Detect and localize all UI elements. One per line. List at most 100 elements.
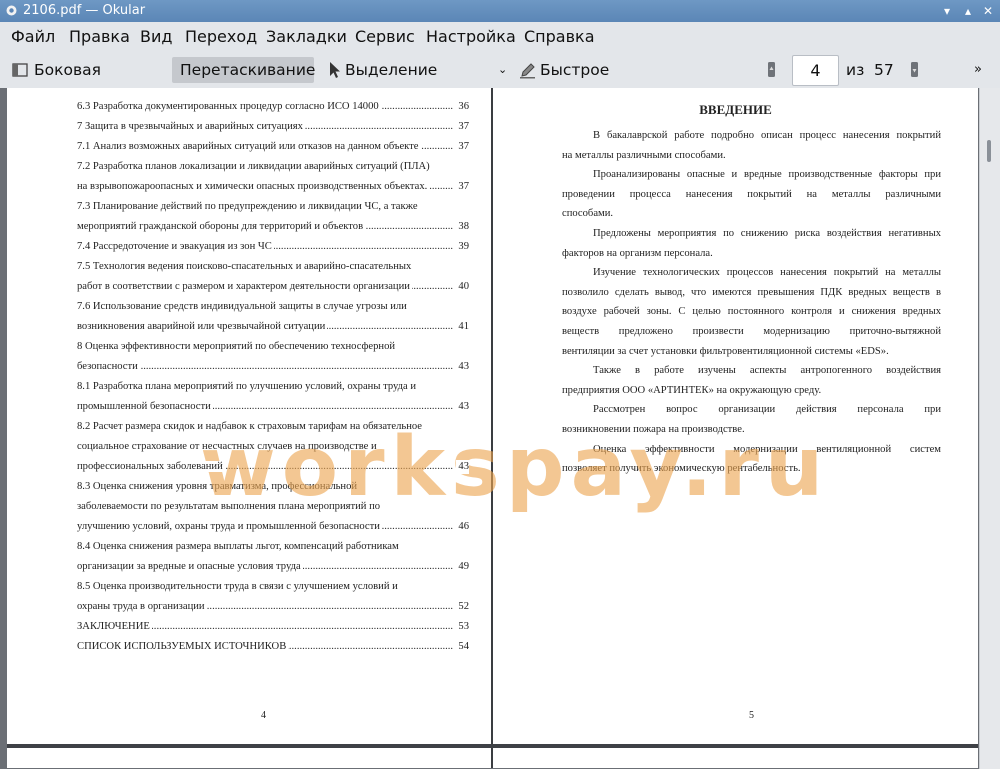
toc-entry: 7.4 Рассредоточение и эвакуация из зон Ч… — [77, 240, 469, 254]
page-number-input[interactable]: 4 — [792, 55, 839, 86]
okular-app-icon — [6, 5, 17, 16]
browse-tool-button[interactable]: Перетаскивание — [172, 57, 315, 83]
paragraph-line: В бакалаврской работе подробно описан пр… — [593, 130, 941, 141]
vertical-scrollbar[interactable] — [979, 88, 1000, 769]
paragraph-line: факторов на организм персонала. — [562, 247, 713, 259]
toc-entry: 8.5 Оценка производительности труда в св… — [77, 580, 469, 594]
toc-entry: 8.4 Оценка снижения размера выплаты льго… — [77, 540, 469, 554]
toc-entry-text: улучшению условий, охраны труда и промыш… — [77, 521, 382, 532]
sidebar-toggle-button[interactable]: Боковая панель — [8, 57, 161, 105]
menu-settings[interactable]: Настройка — [426, 27, 516, 46]
toc-entry-text: 7.4 Рассредоточение и эвакуация из зон Ч… — [77, 241, 274, 252]
toc-entry-text: охраны труда в организации — [77, 601, 207, 612]
toc-entry-text: 7 Защита в чрезвычайных и аварийных ситу… — [77, 121, 305, 132]
paragraph-line: Проанализированы опасные и вредные произ… — [593, 169, 941, 181]
pdf-page-left: 6.3 Разработка документированных процеду… — [7, 88, 493, 744]
paragraph-line: Изучение технологических процессов нанес… — [593, 267, 941, 279]
paragraph-line: позволило сделать вывод, что имеются пре… — [562, 286, 941, 298]
previous-page-icon[interactable] — [767, 61, 776, 78]
maximize-button[interactable]: ▴ — [961, 4, 975, 18]
toc-entry: возникновения аварийной или чрезвычайной… — [77, 320, 469, 334]
paragraph-line: на металлы различными способами. — [562, 149, 726, 161]
toc-entry: организации за вредные и опасные условия… — [77, 560, 469, 574]
menu-file[interactable]: Файл — [11, 27, 55, 46]
menu-tools[interactable]: Сервис — [355, 27, 415, 46]
title-bar: 2106.pdf — Okular ▾ ▴ ✕ — [0, 0, 1000, 22]
toc-entry-text: 8.4 Оценка снижения размера выплаты льго… — [77, 541, 399, 552]
toc-entry-text: промышленной безопасности — [77, 401, 213, 412]
toc-page-number: 43 — [456, 400, 469, 414]
toc-entry: улучшению условий, охраны труда и промыш… — [77, 520, 469, 534]
paragraph-line: проведении процесса нанесения покрытий н… — [562, 188, 941, 200]
toc-page-number: 37 — [456, 140, 469, 154]
paragraph-line: предприятия ООО «АРТИНТЕК» на окружающую… — [562, 384, 822, 396]
toc-entry: 8.1 Разработка плана мероприятий по улуч… — [77, 380, 469, 394]
toc-page-number: 36 — [456, 100, 469, 114]
toc-entry: работ в соответствии с размером и характ… — [77, 280, 469, 294]
toc-page-number: 46 — [456, 520, 469, 534]
menu-edit[interactable]: Правка — [69, 27, 130, 46]
toc-entry-text: на взрывопожароопасных и химически опасн… — [77, 181, 430, 192]
toc-entry-text: 7.6 Использование средств индивидуальной… — [77, 301, 407, 312]
tool-dropdown-button[interactable]: ⌄ — [496, 57, 510, 83]
toc-entry-text: работ в соответствии с размером и характ… — [77, 281, 412, 292]
window-title: 2106.pdf — Okular — [23, 3, 146, 18]
close-button[interactable]: ✕ — [981, 4, 995, 18]
toc-entry-text: 7.2 Разработка планов локализации и ликв… — [77, 161, 430, 172]
toc-entry: мероприятий гражданской обороны для терр… — [77, 220, 469, 234]
pencil-icon — [520, 63, 535, 79]
paragraph-line: вентиляции за счет установки фильтровент… — [562, 345, 889, 357]
menu-view[interactable]: Вид — [140, 27, 172, 46]
paragraph-line: Рассмотрен вопрос организации действия п… — [593, 404, 941, 416]
toc-page-number: 43 — [456, 460, 469, 474]
minimize-button[interactable]: ▾ — [940, 4, 954, 18]
document-viewport[interactable]: 6.3 Разработка документированных процеду… — [0, 88, 1000, 769]
toc-page-number: 41 — [456, 320, 469, 334]
toc-entry-text: 7.3 Планирование действий по предупрежде… — [77, 201, 418, 212]
menu-bar: Файл Правка Вид Переход Закладки Сервис … — [0, 22, 1000, 52]
quick-annotations-button[interactable]: Быстрое комментирование — [515, 57, 760, 105]
toc-entry: ЗАКЛЮЧЕНИЕ..............................… — [77, 620, 469, 634]
scrollbar-thumb[interactable] — [987, 140, 991, 162]
toc-entry: на взрывопожароопасных и химически опасн… — [77, 180, 469, 194]
page-number: 4 — [261, 710, 266, 721]
toc-entry-text: профессиональных заболеваний — [77, 461, 225, 472]
toc-entry: 7.1 Анализ возможных аварийных ситуаций … — [77, 140, 469, 154]
toc-entry: промышленной безопасности...............… — [77, 400, 469, 414]
menu-help[interactable]: Справка — [524, 27, 595, 46]
toc-page-number: 37 — [456, 180, 469, 194]
sidebar-icon — [12, 63, 28, 77]
toc-entry: охраны труда в организации..............… — [77, 600, 469, 614]
menu-bookmarks[interactable]: Закладки — [266, 27, 347, 46]
toc-page-number: 43 — [456, 360, 469, 374]
paragraph-line: Также в работе изучены аспекты антропоге… — [593, 365, 941, 377]
toc-page-number: 49 — [456, 560, 469, 574]
toc-entry: 7 Защита в чрезвычайных и аварийных ситу… — [77, 120, 469, 134]
text-select-tool-button[interactable]: Выделение текста — [323, 57, 491, 105]
pdf-page-right: ВВЕДЕНИЕ В бакалаврской работе подробно … — [493, 88, 978, 744]
toolbar-overflow-icon[interactable]: » — [974, 57, 982, 83]
toc-page-number: 37 — [456, 120, 469, 134]
toc-entry: 7.5 Технология ведения поисково-спасател… — [77, 260, 469, 274]
main-toolbar: Боковая панель Перетаскивание Выделение … — [0, 52, 1000, 105]
toc-entry: безопасности............................… — [77, 360, 469, 374]
toc-entry-text: мероприятий гражданской обороны для терр… — [77, 221, 366, 232]
paragraph-line: воздухе рабочей зоны. С целью постоянног… — [562, 306, 941, 318]
paragraph-line: Предложены мероприятия по снижению риска… — [593, 228, 941, 239]
page-number: 5 — [749, 710, 754, 721]
toc-entry-text: 7.5 Технология ведения поисково-спасател… — [77, 261, 412, 272]
toc-entry-text: 7.1 Анализ возможных аварийных ситуаций … — [77, 141, 421, 152]
menu-go[interactable]: Переход — [185, 27, 257, 46]
toc-entry-text: безопасности — [77, 361, 140, 372]
cursor-arrow-icon — [330, 62, 340, 78]
toc-page-number: 52 — [456, 600, 469, 614]
next-page-icon[interactable] — [910, 61, 919, 78]
toc-entry: 7.3 Планирование действий по предупрежде… — [77, 200, 469, 214]
toc-entry: 7.2 Разработка планов локализации и ликв… — [77, 160, 469, 174]
pdf-page-next-left — [7, 748, 493, 768]
toc-entry-text: 8.5 Оценка производительности труда в св… — [77, 581, 398, 592]
toc-entry-text: 6.3 Разработка документированных процеду… — [77, 101, 381, 112]
toc-page-number: 40 — [456, 280, 469, 294]
chevron-down-icon: ⌄ — [498, 63, 508, 76]
watermark: workspay.ru — [200, 420, 830, 515]
